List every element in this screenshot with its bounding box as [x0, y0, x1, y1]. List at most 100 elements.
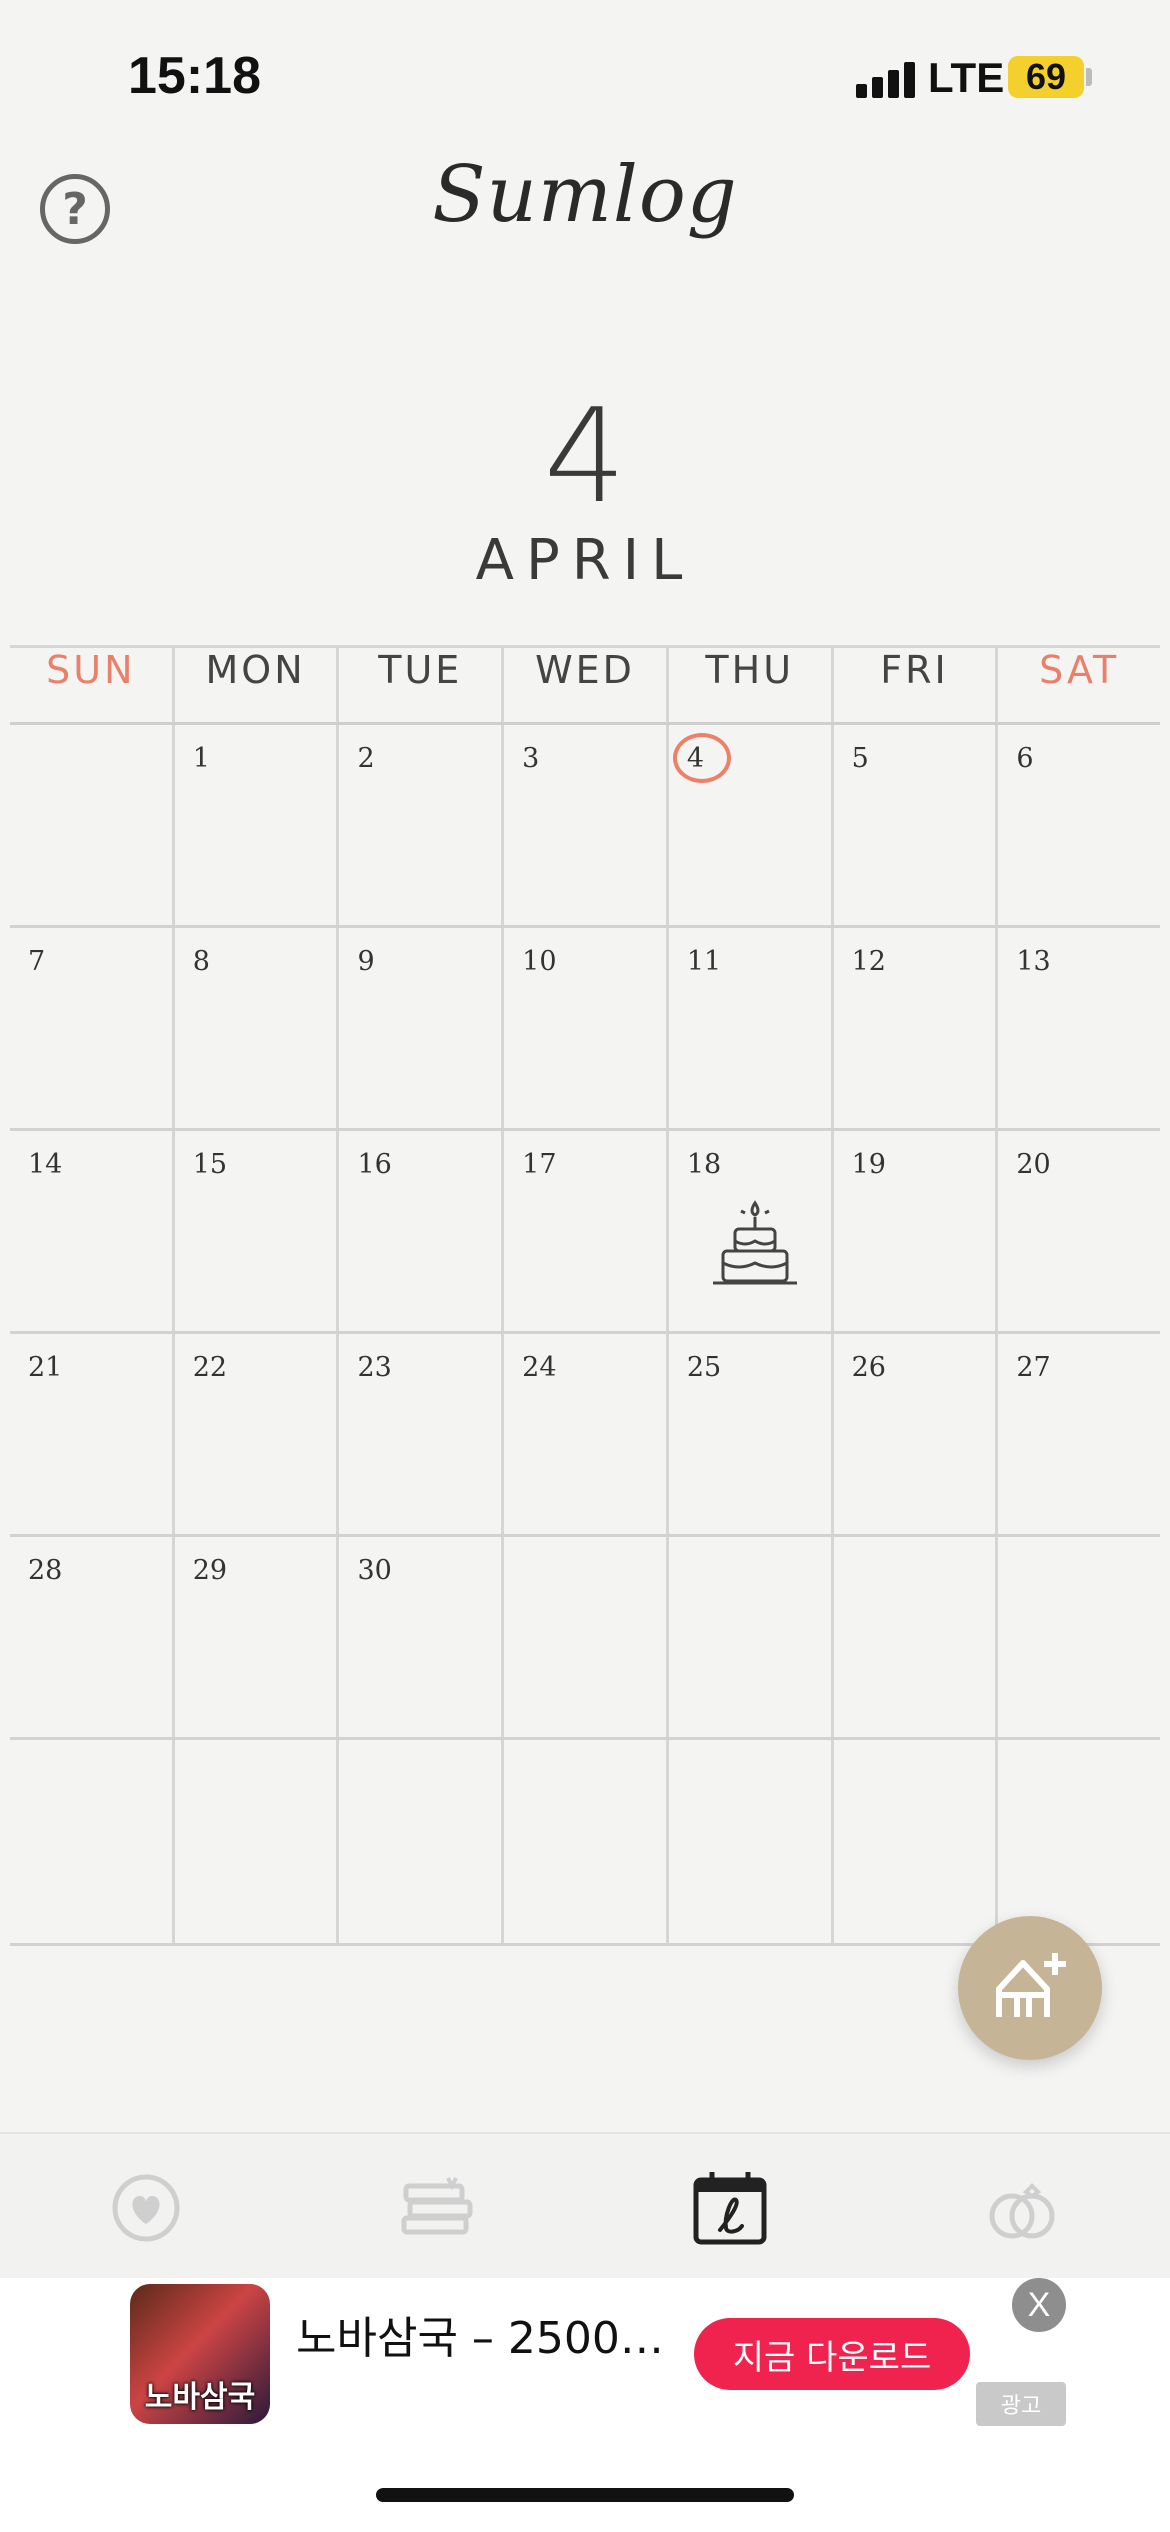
day-number: 30 [357, 1555, 392, 1586]
add-anniversary-button[interactable] [958, 1916, 1102, 2060]
day-cell[interactable]: 23 [336, 1334, 501, 1534]
status-bar: 15:18 LTE 69 [0, 0, 1170, 150]
add-anniversary-icon [996, 1953, 1066, 2017]
day-cell[interactable]: 28 [10, 1537, 172, 1737]
day-number: 27 [1016, 1352, 1051, 1383]
home-indicator [376, 2488, 794, 2502]
network-type: LTE [928, 54, 1005, 101]
week-row: 28 29 30 [10, 1537, 1160, 1740]
day-cell[interactable]: 27 [995, 1334, 1160, 1534]
nav-item-books[interactable] [398, 2168, 478, 2248]
day-cell[interactable]: 17 [501, 1131, 666, 1331]
day-cell[interactable]: 1 [171, 725, 337, 925]
day-cell[interactable] [830, 1740, 996, 1943]
day-cell[interactable]: 10 [501, 928, 666, 1128]
day-cell[interactable]: 18 [665, 1131, 831, 1331]
day-number: 1 [192, 743, 210, 774]
weekday-fri: FRI [830, 648, 996, 722]
day-number: 3 [522, 743, 540, 774]
day-cell[interactable]: 22 [171, 1334, 337, 1534]
day-cell[interactable]: 2 [336, 725, 501, 925]
day-number: 25 [686, 1352, 722, 1383]
day-number: 7 [28, 946, 46, 977]
day-number: 26 [851, 1352, 886, 1383]
day-cell[interactable]: 9 [336, 928, 501, 1128]
day-cell[interactable]: 11 [665, 928, 831, 1128]
day-cell[interactable]: 21 [10, 1334, 172, 1534]
day-cell[interactable]: 24 [501, 1334, 666, 1534]
day-cell[interactable] [830, 1537, 996, 1737]
nav-item-rings[interactable] [982, 2168, 1062, 2248]
day-cell[interactable]: 19 [830, 1131, 996, 1331]
ad-close-button[interactable]: X [1012, 2278, 1066, 2332]
weekday-tue: TUE [336, 648, 501, 722]
ad-label-text: 광고 [1000, 2394, 1042, 2419]
day-cell[interactable]: 7 [10, 928, 172, 1128]
day-cell[interactable]: 13 [995, 928, 1160, 1128]
day-number: 2 [357, 743, 375, 774]
week-row [10, 1740, 1160, 1946]
day-cell[interactable] [10, 1740, 172, 1943]
birthday-cake-icon [712, 1200, 797, 1285]
nav-item-calendar[interactable] [690, 2168, 770, 2248]
weekday-mon: MON [171, 648, 337, 722]
day-number: 12 [851, 946, 886, 977]
week-row: 21 22 23 24 25 26 27 [10, 1334, 1160, 1537]
day-cell[interactable]: 20 [995, 1131, 1160, 1331]
day-number: 29 [192, 1555, 228, 1586]
day-number: 23 [357, 1352, 392, 1383]
day-cell[interactable]: 26 [830, 1334, 996, 1534]
day-number: 4 [686, 743, 705, 774]
day-number: 28 [28, 1555, 63, 1586]
day-cell[interactable]: 3 [501, 725, 666, 925]
month-number: 4 [543, 380, 627, 532]
weekday-wed: WED [501, 648, 666, 722]
day-cell[interactable]: 30 [336, 1537, 501, 1737]
day-cell[interactable]: 4 [665, 725, 831, 925]
battery-icon: 69 [1008, 56, 1084, 98]
app-title: Sumlog [432, 150, 738, 240]
day-cell[interactable] [995, 1740, 1160, 1943]
day-number: 24 [522, 1352, 557, 1383]
day-cell[interactable] [336, 1740, 501, 1943]
calendar-grid: SUN MON TUE WED THU FRI SAT 1 2 3 4 5 6 7 8 9 10 1… [10, 645, 1160, 1946]
day-cell[interactable]: 5 [830, 725, 996, 925]
day-number: 14 [28, 1149, 63, 1180]
day-cell[interactable]: 15 [171, 1131, 337, 1331]
day-number: 19 [851, 1149, 886, 1180]
day-cell[interactable]: 8 [171, 928, 337, 1128]
help-button[interactable]: ? [40, 174, 110, 244]
weekday-sun: SUN [46, 648, 136, 692]
rings-icon [989, 2183, 1055, 2239]
day-cell[interactable]: 6 [995, 725, 1160, 925]
books-icon [401, 2177, 473, 2235]
nav-item-heart[interactable] [106, 2168, 186, 2248]
calendar-weeks: 1 2 3 4 5 6 7 8 9 10 11 12 13 14 15 16 17 18 19 20 21 22 23 24 2… [10, 725, 1160, 1946]
week-row: 14 15 16 17 18 19 20 [10, 1131, 1160, 1334]
ad-download-button[interactable]: 지금 다운로드 [694, 2318, 970, 2390]
day-number: 9 [357, 946, 375, 977]
week-row: 1 2 3 4 5 6 [10, 725, 1160, 928]
day-number: 20 [1016, 1149, 1051, 1180]
day-cell[interactable] [665, 1537, 831, 1737]
status-time: 15:18 [128, 47, 261, 105]
day-cell[interactable] [995, 1537, 1160, 1737]
day-cell[interactable]: 29 [171, 1537, 337, 1737]
bottom-nav [0, 2132, 1170, 2278]
ad-title[interactable]: 노바삼국 – 2500… [296, 2302, 666, 2366]
day-cell[interactable] [10, 725, 172, 925]
day-cell[interactable] [501, 1740, 666, 1943]
day-cell[interactable]: 25 [665, 1334, 831, 1534]
day-cell[interactable] [171, 1740, 337, 1943]
day-cell[interactable]: 12 [830, 928, 996, 1128]
ad-label: 광고 [976, 2382, 1066, 2426]
day-cell[interactable]: 14 [10, 1131, 172, 1331]
ad-app-thumbnail[interactable]: 노바삼국 [130, 2284, 270, 2424]
battery-cap [1086, 68, 1092, 86]
day-cell[interactable] [665, 1740, 831, 1943]
weekday-thu: THU [665, 648, 831, 722]
day-cell[interactable] [501, 1537, 666, 1737]
day-number: 15 [192, 1149, 228, 1180]
day-cell[interactable]: 16 [336, 1131, 501, 1331]
signal-icon [856, 62, 916, 98]
